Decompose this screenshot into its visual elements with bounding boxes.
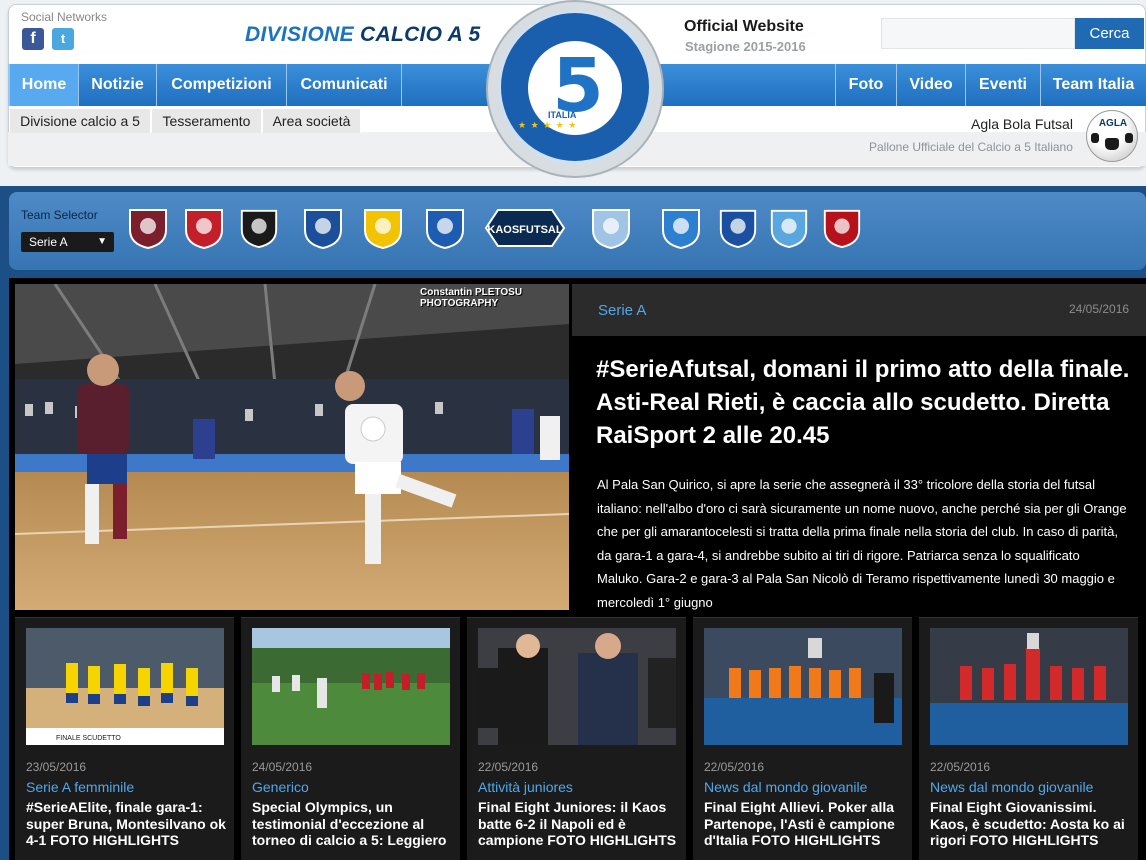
news-card-image[interactable]: FINALE SCUDETTO [26, 628, 224, 745]
league-select-value: Serie A [29, 235, 68, 249]
subnav-tesseramento[interactable]: Tesseramento [152, 109, 262, 133]
kaos-crest-text: KAOSFUTSAL [487, 224, 562, 236]
site-title-accent: DIVISIONE [245, 23, 354, 46]
nav-foto[interactable]: Foto [835, 64, 897, 106]
site-title-rest: CALCIO A 5 [353, 23, 481, 46]
card-title[interactable]: Special Olympics, un testimonial d'eccez… [252, 799, 457, 849]
card-date: 24/05/2016 [252, 760, 313, 774]
social-networks-label: Social Networks [21, 10, 108, 24]
card-title[interactable]: Final Eight Juniores: il Kaos batte 6-2 … [478, 799, 683, 849]
twitter-icon[interactable]: t [52, 28, 74, 50]
agla-ball-icon[interactable]: AGLA [1086, 110, 1138, 162]
team-crest-icon[interactable] [238, 206, 280, 250]
news-card-image[interactable] [930, 628, 1128, 745]
hero-summary: Al Pala San Quirico, si apre la serie ch… [597, 477, 1127, 610]
card-category[interactable]: Attività juniores [478, 779, 573, 795]
agla-badge-text: AGLA [1098, 118, 1128, 129]
card-title[interactable]: Final Eight Giovanissimi. Kaos, è scudet… [930, 799, 1135, 849]
logo-stars: ★ ★ ★ ★ ★ [518, 120, 578, 130]
hero-date: 24/05/2016 [1069, 302, 1130, 316]
team-crest-icon[interactable] [182, 206, 226, 250]
news-card-image[interactable] [704, 628, 902, 745]
team-crest-icon[interactable] [361, 206, 405, 250]
league-select[interactable]: Serie A ▼ [21, 232, 114, 252]
news-card-image[interactable] [252, 628, 450, 745]
news-card[interactable]: 22/05/2016 News dal mondo giovanile Fina… [919, 617, 1138, 860]
logo-italia-text: ITALIA [548, 110, 577, 120]
news-card[interactable]: FINALE SCUDETTO 23/05/2016 Serie A femmi… [15, 617, 234, 860]
team-crest-icon[interactable] [423, 206, 467, 250]
team-crest-icon[interactable] [717, 206, 759, 250]
hero-category[interactable]: Serie A [598, 302, 646, 319]
team-selector-label: Team Selector [21, 208, 98, 222]
news-card-image[interactable] [478, 628, 676, 745]
card-date: 22/05/2016 [704, 760, 765, 774]
team-crest-icon[interactable] [658, 206, 704, 250]
chevron-down-icon: ▼ [97, 236, 107, 247]
card-banner-text: FINALE SCUDETTO [56, 735, 121, 742]
nav-home[interactable]: Home [10, 64, 79, 106]
sponsor-name[interactable]: Agla Bola Futsal [971, 116, 1073, 132]
team-selector-bar [9, 192, 1146, 270]
hero-title[interactable]: #SerieAfutsal, domani il primo atto dell… [596, 353, 1141, 452]
subnav-divisione[interactable]: Divisione calcio a 5 [10, 109, 151, 133]
team-crest-icon[interactable] [126, 206, 170, 250]
nav-notizie[interactable]: Notizie [79, 64, 157, 106]
nav-video[interactable]: Video [897, 64, 966, 106]
card-date: 22/05/2016 [478, 760, 539, 774]
team-crest-icon[interactable]: KAOSFUTSAL [484, 208, 566, 248]
facebook-icon[interactable]: f [22, 28, 44, 50]
nav-team-italia[interactable]: Team Italia [1041, 64, 1146, 106]
sponsor-subtitle: Pallone Ufficiale del Calcio a 5 Italian… [869, 140, 1073, 154]
photo-credit: Constantin PLETOSU PHOTOGRAPHY [420, 287, 523, 309]
team-crest-icon[interactable] [299, 206, 347, 250]
news-card[interactable]: 22/05/2016 News dal mondo giovanile Fina… [693, 617, 912, 860]
news-card[interactable]: 24/05/2016 Generico Special Olympics, un… [241, 617, 460, 860]
news-card[interactable]: 22/05/2016 Attività juniores Final Eight… [467, 617, 686, 860]
nav-comunicati[interactable]: Comunicati [287, 64, 402, 106]
hero-category-bar [572, 284, 1146, 336]
subnav-area-societa[interactable]: Area società [263, 109, 361, 133]
team-crest-icon[interactable] [821, 206, 863, 250]
card-title[interactable]: Final Eight Allievi. Poker alla Partenop… [704, 799, 909, 849]
hero-photo[interactable] [15, 284, 569, 610]
nav-eventi[interactable]: Eventi [966, 64, 1041, 106]
official-website-label: Official Website [684, 18, 804, 35]
season-label: Stagione 2015-2016 [685, 39, 806, 54]
card-title[interactable]: #SerieAElite, finale gara-1: super Bruna… [26, 799, 231, 849]
search-button[interactable]: Cerca [1075, 18, 1144, 49]
team-crest-icon[interactable] [768, 206, 810, 250]
card-category[interactable]: News dal mondo giovanile [930, 779, 1093, 795]
card-date: 22/05/2016 [930, 760, 991, 774]
search-input[interactable] [881, 18, 1075, 49]
card-category[interactable]: Generico [252, 779, 309, 795]
nav-competizioni[interactable]: Competizioni [157, 64, 287, 106]
team-crest-icon[interactable] [588, 206, 634, 250]
card-date: 23/05/2016 [26, 760, 87, 774]
card-category[interactable]: News dal mondo giovanile [704, 779, 867, 795]
site-title[interactable]: DIVISIONE CALCIO A 5 [245, 23, 480, 47]
card-category[interactable]: Serie A femminile [26, 779, 134, 795]
